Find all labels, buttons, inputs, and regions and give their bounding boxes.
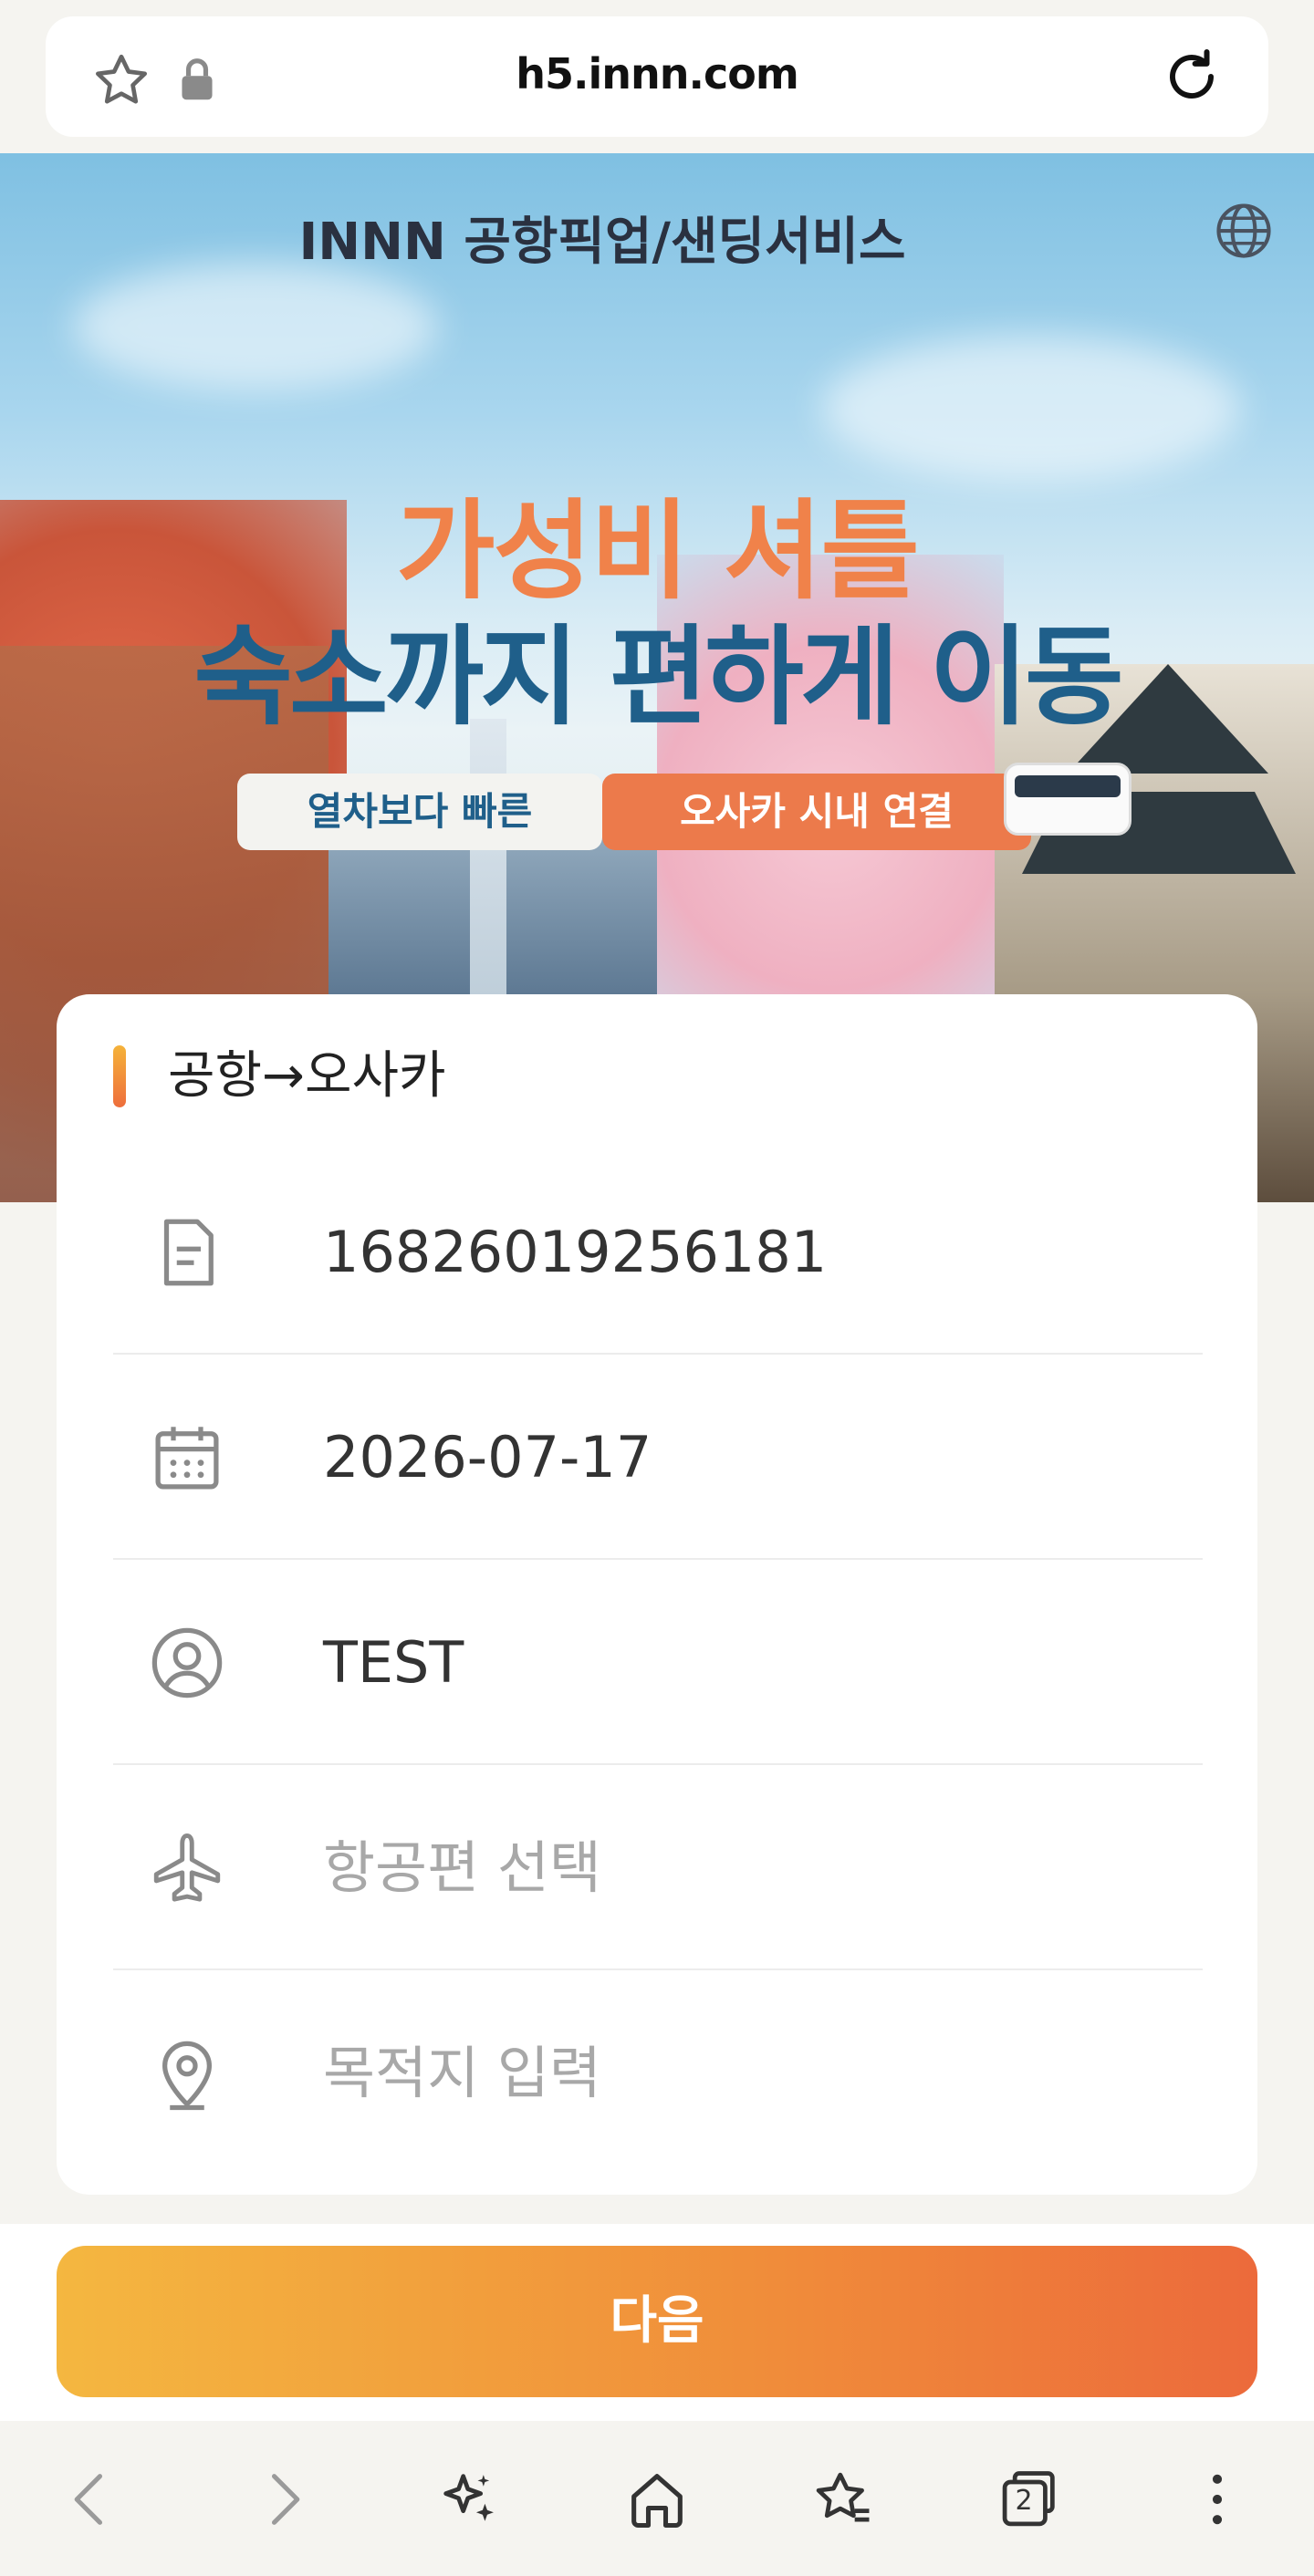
user-icon	[151, 1627, 223, 1698]
tabs-button[interactable]: 2	[995, 2465, 1064, 2534]
order-number-value: 16826019256181	[323, 1219, 828, 1285]
order-number-field[interactable]: 16826019256181	[113, 1149, 1203, 1355]
ai-sparkle-icon[interactable]	[434, 2465, 504, 2534]
route-label: 공항→오사카	[168, 1046, 446, 1106]
cta-bar: 다음	[0, 2224, 1314, 2421]
browser-top-bar: h5.innn.com	[0, 0, 1314, 153]
document-icon	[163, 1219, 214, 1286]
accent-bar	[113, 1045, 126, 1107]
more-menu-icon[interactable]	[1183, 2465, 1252, 2534]
destination-placeholder: 목적지 입력	[323, 2040, 601, 2106]
bookmarks-icon[interactable]	[808, 2465, 878, 2534]
tag-faster: 열차보다 빠른	[237, 774, 602, 850]
browser-nav-bar: 2	[0, 2421, 1314, 2576]
url-text[interactable]: h5.innn.com	[46, 49, 1268, 99]
back-icon[interactable]	[57, 2465, 126, 2534]
forward-icon[interactable]	[248, 2465, 318, 2534]
name-field[interactable]: TEST	[113, 1560, 1203, 1765]
date-value: 2026-07-17	[323, 1424, 652, 1491]
tab-count: 2	[1015, 2485, 1033, 2517]
destination-input[interactable]: 목적지 입력	[113, 1970, 1203, 2176]
flight-select[interactable]: 항공편 선택	[113, 1765, 1203, 1970]
calendar-icon	[155, 1427, 219, 1490]
banner-headline-2: 숙소까지 편하게 이동	[193, 614, 1123, 740]
route-heading: 공항→오사카	[113, 1040, 446, 1113]
home-icon[interactable]	[622, 2465, 692, 2534]
location-pin-icon	[162, 2041, 213, 2111]
globe-language-icon[interactable]	[1214, 201, 1274, 261]
next-button[interactable]: 다음	[57, 2246, 1257, 2397]
tag-osaka-link: 오사카 시내 연결	[602, 774, 1031, 850]
reload-icon[interactable]	[1159, 44, 1225, 109]
address-bar[interactable]: h5.innn.com	[46, 16, 1268, 137]
date-field[interactable]: 2026-07-17	[113, 1355, 1203, 1560]
airplane-icon	[153, 1833, 221, 1902]
bus-icon	[1004, 763, 1132, 836]
booking-form-card: 공항→오사카 16826019256181 2026-07-17 TEST 항공…	[57, 994, 1257, 2195]
flight-placeholder: 항공편 선택	[323, 1834, 601, 1901]
page-title: INNN 공항픽업/샌딩서비스	[298, 213, 906, 272]
name-value: TEST	[323, 1629, 464, 1696]
